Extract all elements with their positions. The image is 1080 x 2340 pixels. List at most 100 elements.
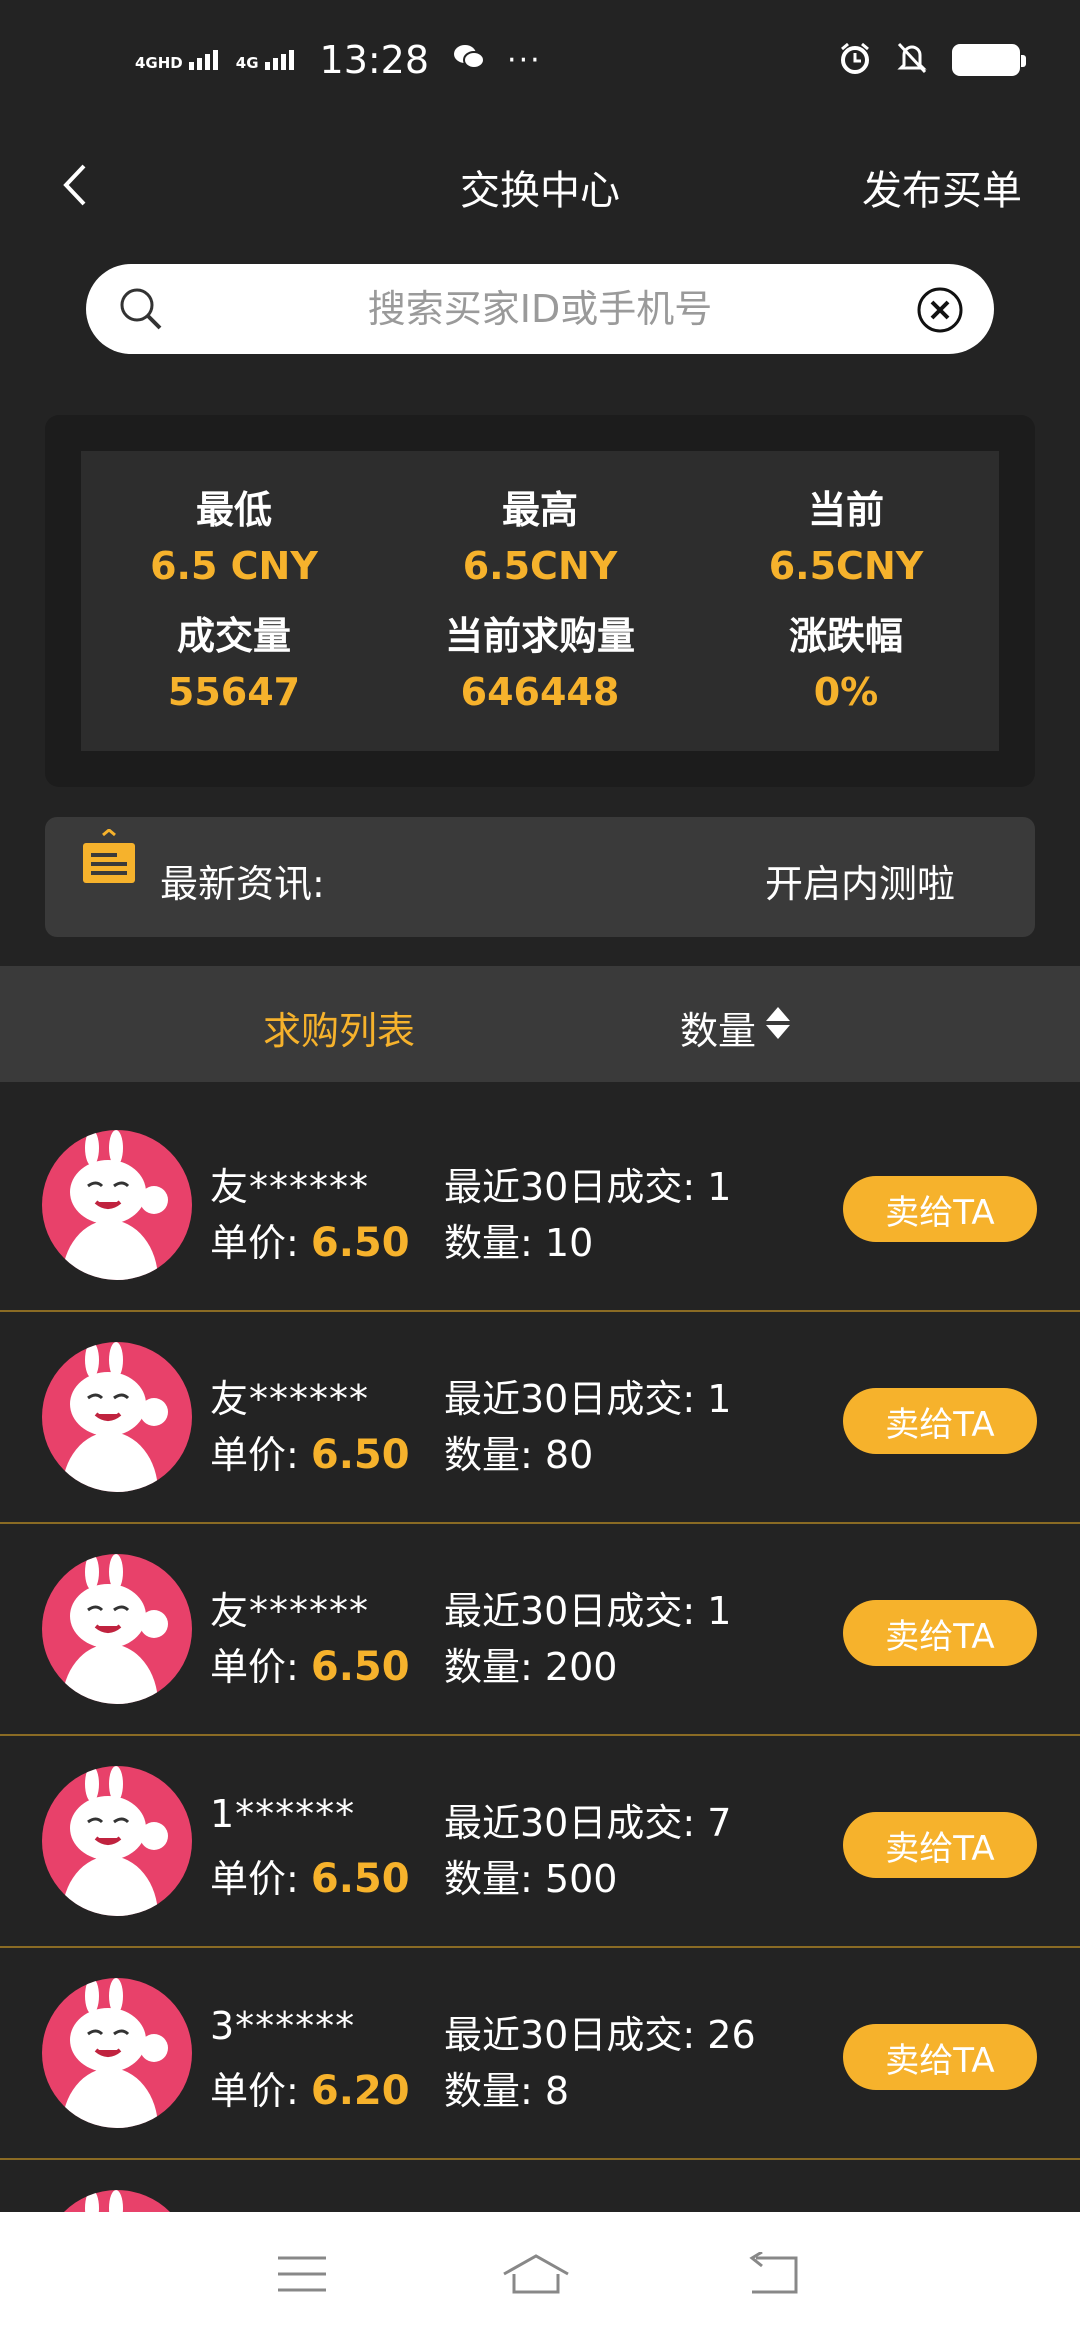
price-value: 6.50 [310,1220,410,1266]
battery-icon: 81 [952,44,1026,76]
tab-quantity-sort[interactable]: 数量 [680,1000,792,1055]
user-name: 友****** [210,1377,370,1421]
stat-label: 最高 [501,488,578,532]
deals-label: 最近30日成交: [444,1589,696,1633]
signal-bars-icon [188,50,218,70]
stat-current: 当前 6.5CNY [693,475,999,601]
stat-label: 当前求购量 [444,614,635,658]
list-tabs: 求购列表 数量 [0,966,1080,1082]
price-value: 6.20 [310,2068,410,2114]
post-buy-order-button[interactable]: 发布买单 [862,158,1022,216]
signal-bars-icon [264,50,294,70]
qty-value: 8 [544,2069,570,2113]
sell-to-button[interactable]: 卖给TA [843,1812,1037,1878]
sell-to-button[interactable]: 卖给TA [843,1176,1037,1242]
price-label: 单价: [210,1857,299,1901]
return-icon[interactable] [744,2250,804,2300]
search-input[interactable] [186,264,894,354]
list-item: 友****** 单价: 6.50 最近30日成交: 1 数量: 10 卖给TA [0,1100,1080,1312]
avatar [42,1342,192,1492]
deals-label: 最近30日成交: [444,1801,696,1845]
list-item-partial [0,2160,1080,2212]
stat-value: 0% [813,670,879,714]
network-signal-2: 4G [236,50,294,71]
menu-icon[interactable] [276,2254,328,2298]
price-label: 单价: [210,2069,299,2113]
user-name: 友****** [210,1589,370,1633]
quantity: 数量: 200 [444,1636,617,1691]
stat-value: 55647 [167,670,301,714]
qty-label: 数量: [444,1645,533,1689]
avatar [42,2190,192,2212]
recent-deals: 最近30日成交: 7 [444,1792,731,1847]
network-signal-1: 4GHD [135,50,218,71]
sort-icon [764,1005,792,1050]
user-name: 友****** [210,1165,370,1209]
list-item: 3****** 单价: 6.20 最近30日成交: 26 数量: 8 卖给TA [0,1948,1080,2160]
deals-value: 7 [707,1801,732,1845]
user-name: 3****** [210,2004,356,2048]
qty-value: 200 [544,1645,618,1689]
stat-value: 6.5CNY [768,544,924,588]
clock: 13:28 [319,38,430,82]
stat-label: 涨跌幅 [788,614,903,658]
news-label: 最新资讯: [160,862,325,906]
stat-value: 6.5 CNY [150,544,318,588]
list-item: 1****** 单价: 6.50 最近30日成交: 7 数量: 500 卖给TA [0,1736,1080,1948]
deals-label: 最近30日成交: [444,2013,696,2057]
search-bar [86,264,994,354]
price-value: 6.50 [310,1432,410,1478]
unit-price: 单价: 6.20 [210,2060,410,2115]
battery-level: 81 [973,49,999,71]
search-icon [118,286,164,336]
qty-value: 80 [544,1433,594,1477]
unit-price: 单价: 6.50 [210,1424,410,1479]
avatar [42,1978,192,2128]
more-notifications: ··· [507,42,542,78]
sell-to-button[interactable]: 卖给TA [843,2024,1037,2090]
quantity: 数量: 10 [444,1212,593,1267]
buy-order-list: 友****** 单价: 6.50 最近30日成交: 1 数量: 10 卖给TA … [0,1100,1080,2212]
wechat-icon [453,42,486,79]
unit-price: 单价: 6.50 [210,1848,410,1903]
sell-to-button[interactable]: 卖给TA [843,1388,1037,1454]
stat-value: 646448 [460,670,620,714]
avatar [42,1130,192,1280]
stat-demand: 当前求购量 646448 [387,601,693,727]
stat-label: 成交量 [176,614,291,658]
price-value: 6.50 [310,1644,410,1690]
status-bar: 4GHD 4G 13:28 ··· 81 [0,0,1080,120]
tab-buy-list[interactable]: 求购列表 [263,1000,415,1055]
avatar [42,1554,192,1704]
market-stats-panel: 最低 6.5 CNY 最高 6.5CNY 当前 6.5CNY 成交量 55647… [45,415,1035,787]
clear-icon[interactable] [916,286,964,338]
stat-label: 当前 [807,488,884,532]
deals-label: 最近30日成交: [444,1165,696,1209]
unit-price: 单价: 6.50 [210,1636,410,1691]
quantity: 数量: 8 [444,2060,569,2115]
recent-deals: 最近30日成交: 1 [444,1368,731,1423]
qty-label: 数量: [444,1857,533,1901]
news-banner[interactable]: 最新资讯: 开启内测啦 [45,817,1035,937]
price-label: 单价: [210,1221,299,1265]
deals-value: 26 [707,2013,756,2057]
recent-deals: 最近30日成交: 1 [444,1580,731,1635]
home-icon[interactable] [500,2252,572,2300]
user-name: 1****** [210,1792,356,1836]
sell-to-button[interactable]: 卖给TA [843,1600,1037,1666]
stat-label: 最低 [195,488,272,532]
avatar [42,1766,192,1916]
alarm-icon [838,41,872,79]
unit-price: 单价: 6.50 [210,1212,410,1267]
qty-label: 数量: [444,2069,533,2113]
news-text: 开启内测啦 [764,862,955,906]
notice-board-icon [79,828,139,893]
stat-highest: 最高 6.5CNY [387,475,693,601]
mute-bell-icon [896,41,928,79]
price-label: 单价: [210,1645,299,1689]
market-stats-grid: 最低 6.5 CNY 最高 6.5CNY 当前 6.5CNY 成交量 55647… [81,451,999,751]
top-nav: 交换中心 发布买单 [0,140,1080,230]
recent-deals: 最近30日成交: 26 [444,2004,756,2059]
deals-value: 1 [707,1165,732,1209]
stat-lowest: 最低 6.5 CNY [81,475,387,601]
